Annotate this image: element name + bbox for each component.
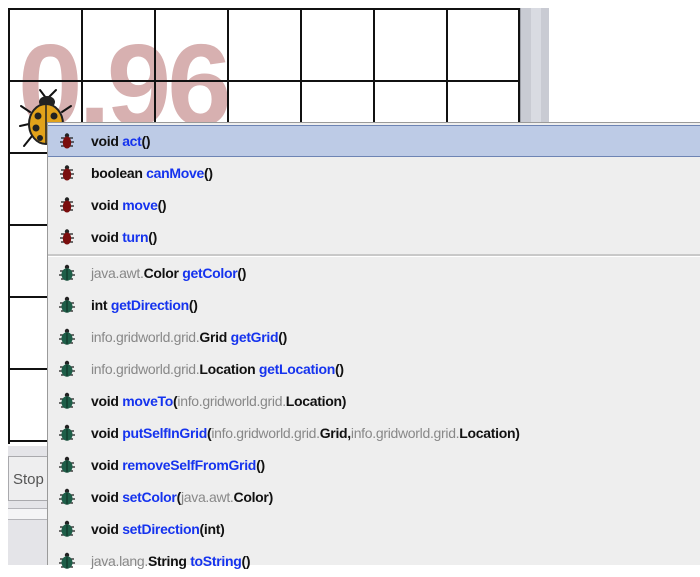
green-bug-icon	[59, 296, 75, 313]
return-type: void	[91, 133, 119, 149]
method-name: removeSelfFromGrid	[122, 457, 257, 473]
grid-line	[8, 8, 520, 10]
param-list: ()	[157, 197, 167, 213]
return-type: int	[91, 297, 108, 313]
param-package: java.awt.	[180, 489, 234, 505]
red-bug-icon	[60, 165, 74, 181]
green-bug-icon	[59, 264, 75, 281]
method-name: getLocation	[258, 361, 335, 377]
param-close: )	[341, 393, 347, 409]
param-type: Location	[285, 393, 342, 409]
menu-item-canmove[interactable]: boolean canMove()	[48, 157, 700, 189]
menu-item-putselfingrid[interactable]: void putSelfInGrid( info.gridworld.grid.…	[48, 417, 700, 449]
param-package-2: info.gridworld.grid.	[350, 425, 460, 441]
param-list: ()	[203, 165, 213, 181]
param-package: info.gridworld.grid.	[177, 393, 286, 409]
param-close: )	[245, 553, 251, 569]
param-close: )	[260, 457, 265, 473]
grid-line	[8, 80, 520, 82]
param-type: Color	[233, 489, 269, 505]
param-close: )	[241, 265, 247, 281]
return-type: Color	[143, 265, 179, 281]
method-name: getGrid	[230, 329, 279, 345]
return-package: java.lang.	[91, 553, 148, 569]
return-type: void	[91, 197, 119, 213]
return-type: void	[91, 489, 119, 505]
param-close: )	[268, 489, 274, 505]
red-bug-icon	[60, 133, 74, 149]
method-name: moveTo	[122, 393, 174, 409]
return-type: String	[147, 553, 187, 569]
grid-line	[8, 8, 10, 444]
red-bug-icon	[60, 229, 74, 245]
param-close: )	[515, 425, 520, 441]
param-type: int	[203, 521, 221, 537]
actor-method-menu: void act() boolean canMove() void move()…	[47, 122, 700, 569]
stop-button[interactable]: Stop	[8, 456, 52, 501]
method-name: act	[122, 133, 142, 149]
menu-item-getcolor[interactable]: java.awt. Color getColor()	[48, 257, 700, 289]
return-type: void	[91, 457, 119, 473]
green-bug-icon	[59, 328, 75, 345]
green-bug-icon	[59, 488, 75, 505]
return-type: void	[91, 425, 119, 441]
param-close: )	[220, 521, 225, 537]
method-name: getDirection	[110, 297, 189, 313]
method-name: putSelfInGrid	[122, 425, 207, 441]
method-name: move	[122, 197, 158, 213]
method-name: toString	[190, 553, 242, 569]
param-type-2: Location	[459, 425, 516, 441]
return-type: void	[91, 229, 119, 245]
method-name: setDirection	[122, 521, 200, 537]
menu-item-removeselffromgrid[interactable]: void removeSelfFromGrid()	[48, 449, 700, 481]
method-name: setColor	[122, 489, 177, 505]
method-name: turn	[122, 229, 149, 245]
param-close: )	[339, 361, 344, 377]
green-bug-icon	[59, 552, 75, 569]
method-name: getColor	[182, 265, 238, 281]
return-type: Location	[199, 361, 256, 377]
return-type: void	[91, 393, 119, 409]
param-list: ()	[141, 133, 151, 149]
return-type: Grid	[199, 329, 227, 345]
param-close: )	[282, 329, 288, 345]
menu-item-turn[interactable]: void turn()	[48, 221, 700, 253]
menu-item-getgrid[interactable]: info.gridworld.grid. Grid getGrid()	[48, 321, 700, 353]
param-close: )	[193, 297, 198, 313]
menu-item-getlocation[interactable]: info.gridworld.grid. Location getLocation…	[48, 353, 700, 385]
menu-item-moveto[interactable]: void moveTo( info.gridworld.grid. Locatio…	[48, 385, 700, 417]
menu-item-getdirection[interactable]: int getDirection()	[48, 289, 700, 321]
return-package: info.gridworld.grid.	[91, 329, 200, 345]
return-package: java.awt.	[91, 265, 144, 281]
menu-item-setcolor[interactable]: void setColor( java.awt. Color )	[48, 481, 700, 513]
red-bug-icon	[60, 197, 74, 213]
green-bug-icon	[59, 424, 75, 441]
method-name: canMove	[146, 165, 204, 181]
return-package: info.gridworld.grid.	[91, 361, 200, 377]
return-type: void	[91, 521, 119, 537]
green-bug-icon	[59, 456, 75, 473]
menu-item-tostring[interactable]: java.lang. String toString()	[48, 545, 700, 577]
green-bug-icon	[59, 520, 75, 537]
green-bug-icon	[59, 392, 75, 409]
green-bug-icon	[59, 360, 75, 377]
param-type: Grid,	[319, 425, 351, 441]
menu-item-setdirection[interactable]: void setDirection( int )	[48, 513, 700, 545]
menu-item-act[interactable]: void act()	[48, 125, 700, 157]
param-package: info.gridworld.grid.	[211, 425, 320, 441]
return-type: boolean	[91, 165, 143, 181]
param-list: ()	[148, 229, 157, 245]
menu-item-move[interactable]: void move()	[48, 189, 700, 221]
